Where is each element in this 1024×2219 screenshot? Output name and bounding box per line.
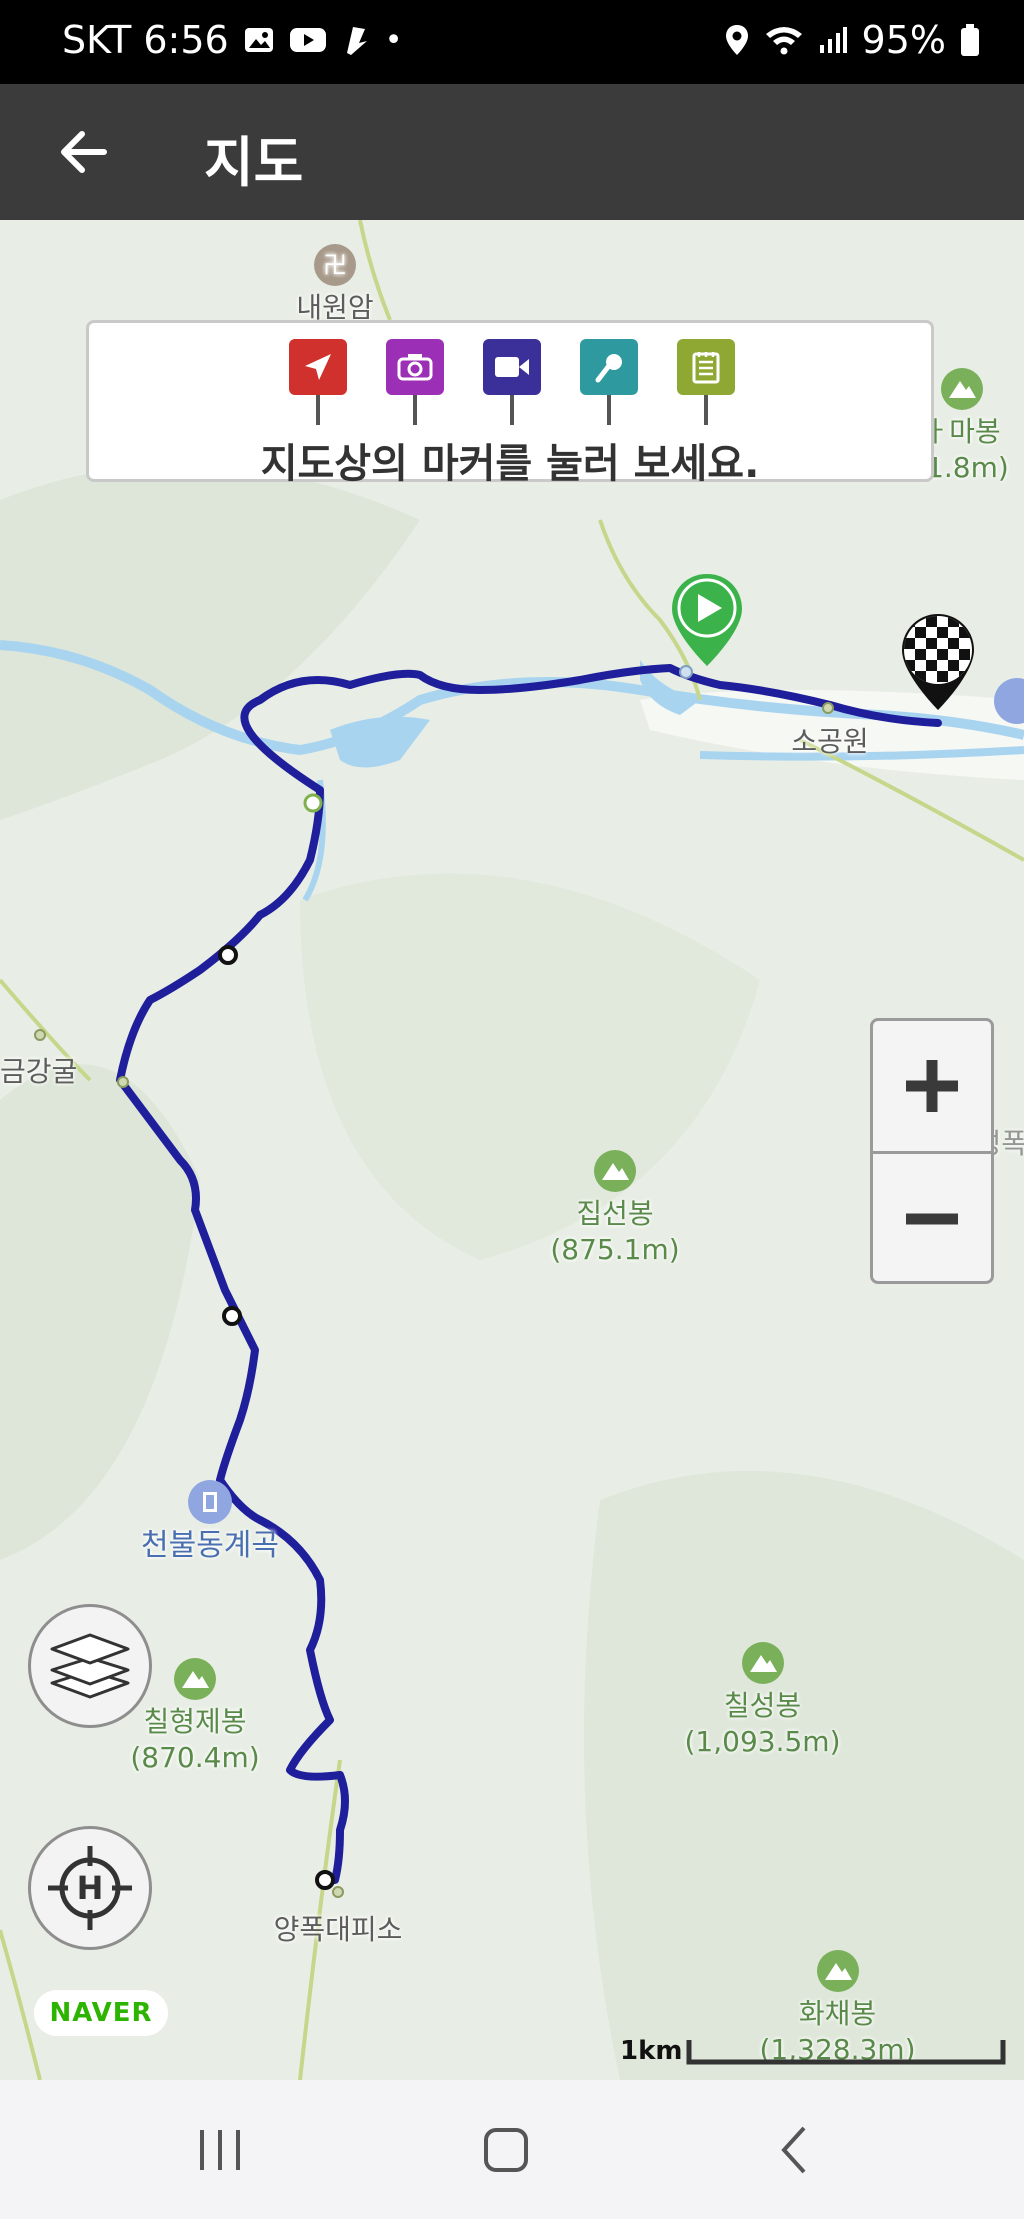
app-bar: 지도 — [0, 84, 1024, 220]
place-elevation: (875.1m) — [550, 1233, 680, 1266]
gallery-icon — [244, 28, 273, 52]
microphone-marker-legend[interactable] — [580, 339, 638, 425]
map-layers-button[interactable] — [28, 1604, 152, 1728]
marker-hint-text: 지도상의 마커를 눌러 보세요. — [260, 441, 760, 487]
video-icon — [495, 357, 529, 377]
place-elevation: (870.4m) — [130, 1741, 260, 1774]
place-label: 양폭대피소 — [273, 1913, 403, 1946]
carrier-time: SKT 6:56 — [62, 18, 229, 62]
battery-icon — [961, 24, 979, 56]
back-button[interactable] — [48, 116, 120, 188]
mountain-icon — [941, 368, 983, 410]
checkered-flag-icon — [902, 614, 974, 710]
status-bar: SKT 6:56 • 95% — [0, 0, 1024, 84]
note-marker-legend[interactable] — [677, 339, 735, 425]
plus-icon — [906, 1060, 958, 1112]
zoom-control — [870, 1018, 994, 1284]
place-label: 칠성봉 — [723, 1689, 802, 1722]
recent-apps-button[interactable] — [180, 2120, 260, 2180]
zoom-out-button[interactable] — [873, 1154, 991, 1284]
crosshair-icon: H — [48, 1846, 132, 1930]
zoom-in-button[interactable] — [873, 1021, 991, 1151]
place-label: 집선봉 — [576, 1197, 654, 1230]
signal-icon — [819, 27, 847, 53]
home-button[interactable] — [466, 2120, 546, 2180]
wifi-icon — [765, 27, 802, 55]
mountain-icon — [741, 1642, 784, 1684]
minus-icon — [906, 1213, 958, 1225]
naver-logo: NAVER — [34, 1990, 168, 2036]
finish-marker[interactable] — [900, 612, 976, 712]
place-label: 칠형제봉 — [143, 1705, 247, 1738]
direction-icon — [305, 354, 331, 380]
place-jipseonbong: 집선봉 (875.1m) — [545, 1148, 685, 1268]
camera-marker-legend[interactable] — [386, 339, 444, 425]
camp-icon — [188, 1480, 232, 1524]
scale-ruler — [686, 2040, 1006, 2065]
scale-bar: 1km — [620, 2036, 1006, 2066]
play-icon — [672, 574, 742, 666]
place-yangpok: 양폭대피소 — [268, 1912, 408, 1948]
chevron-left-icon — [781, 2126, 806, 2174]
home-icon — [484, 2128, 528, 2172]
app-notification-icon — [346, 27, 367, 55]
place-chilseongbong: 칠성봉 (1,093.5m) — [680, 1640, 845, 1760]
system-nav-bar — [0, 2080, 1024, 2219]
direction-marker-legend[interactable] — [289, 339, 347, 425]
svg-text:卍: 卍 — [323, 251, 347, 279]
place-label: 천불동계곡 — [141, 1528, 279, 1563]
layers-icon — [50, 1633, 130, 1699]
youtube-icon — [289, 28, 326, 52]
place-elevation: (1,093.5m) — [684, 1725, 841, 1758]
mountain-icon — [174, 1658, 216, 1700]
arrow-left-icon — [61, 131, 107, 173]
note-icon — [692, 352, 720, 384]
marker-hint-box: 지도상의 마커를 눌러 보세요. — [86, 320, 934, 487]
more-notifications-dot: • — [384, 22, 403, 58]
place-naewonam: 卍 내원암 — [280, 242, 390, 326]
start-marker[interactable] — [670, 572, 744, 668]
page-title: 지도 — [204, 131, 304, 194]
place-sogongwon: 소공원 — [770, 724, 890, 760]
microphone-icon — [595, 354, 622, 383]
back-nav-button[interactable] — [756, 2120, 836, 2180]
svg-text:H: H — [77, 1869, 104, 1907]
place-label: 소공원 — [791, 725, 869, 758]
video-marker-legend[interactable] — [483, 339, 541, 425]
current-location-button[interactable]: H — [28, 1826, 152, 1950]
place-geumganggul: 금강굴 — [0, 1054, 84, 1090]
place-label: 금강굴 — [0, 1055, 78, 1088]
scale-label: 1km — [620, 2036, 683, 2066]
temple-icon: 卍 — [314, 244, 356, 286]
mountain-icon — [816, 1950, 859, 1992]
location-icon — [725, 25, 748, 55]
place-label: 화채봉 — [798, 1997, 877, 2030]
camera-icon — [397, 354, 433, 381]
recent-apps-icon — [200, 2130, 240, 2170]
place-cheonbuldong: 천불동계곡 — [130, 1480, 290, 1564]
mountain-icon — [594, 1150, 636, 1192]
battery-percent: 95% — [861, 18, 946, 62]
